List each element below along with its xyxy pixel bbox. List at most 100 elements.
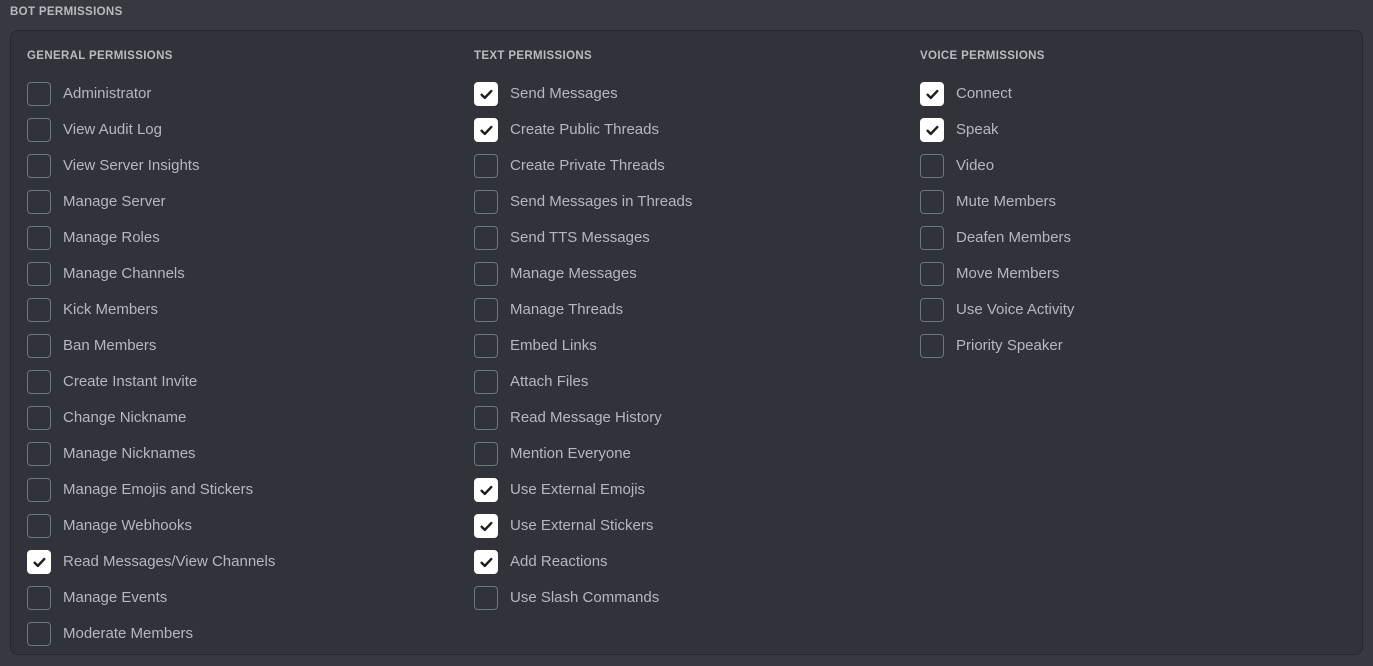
- checkbox-unchecked-icon[interactable]: [920, 226, 944, 250]
- permission-row[interactable]: Moderate Members: [27, 616, 457, 652]
- checkbox-unchecked-icon[interactable]: [474, 406, 498, 430]
- permission-row[interactable]: Send Messages in Threads: [474, 184, 904, 220]
- permission-row[interactable]: Add Reactions: [474, 544, 904, 580]
- checkbox-unchecked-icon[interactable]: [474, 442, 498, 466]
- permission-row[interactable]: Manage Events: [27, 580, 457, 616]
- checkbox-checked-icon[interactable]: [474, 118, 498, 142]
- permission-row[interactable]: Manage Nicknames: [27, 436, 457, 472]
- permission-row[interactable]: Read Messages/View Channels: [27, 544, 457, 580]
- permission-label: Priority Speaker: [956, 337, 1063, 354]
- column-title: GENERAL PERMISSIONS: [27, 50, 173, 62]
- permission-row[interactable]: Administrator: [27, 76, 457, 112]
- permission-label: Mute Members: [956, 193, 1057, 210]
- permission-row[interactable]: Create Private Threads: [474, 148, 904, 184]
- checkbox-unchecked-icon[interactable]: [27, 370, 51, 394]
- permission-label: Use Voice Activity: [956, 301, 1075, 318]
- checkbox-checked-icon[interactable]: [474, 478, 498, 502]
- checkbox-checked-icon[interactable]: [920, 118, 944, 142]
- checkbox-checked-icon[interactable]: [474, 550, 498, 574]
- permission-row[interactable]: Mute Members: [920, 184, 1350, 220]
- permission-label: Use External Stickers: [510, 517, 654, 534]
- permission-row[interactable]: Attach Files: [474, 364, 904, 400]
- permission-label: Manage Channels: [63, 265, 185, 282]
- permission-label: Mention Everyone: [510, 445, 631, 462]
- checkbox-unchecked-icon[interactable]: [474, 190, 498, 214]
- permission-row[interactable]: View Server Insights: [27, 148, 457, 184]
- permission-label: Deafen Members: [956, 229, 1072, 246]
- permission-label: Change Nickname: [63, 409, 187, 426]
- permission-row[interactable]: Manage Emojis and Stickers: [27, 472, 457, 508]
- permission-row[interactable]: Mention Everyone: [474, 436, 904, 472]
- checkbox-unchecked-icon[interactable]: [474, 334, 498, 358]
- permission-row[interactable]: Manage Channels: [27, 256, 457, 292]
- permission-row[interactable]: Video: [920, 148, 1350, 184]
- checkbox-checked-icon[interactable]: [474, 514, 498, 538]
- permission-row[interactable]: Create Instant Invite: [27, 364, 457, 400]
- permission-label: Manage Messages: [510, 265, 637, 282]
- checkbox-unchecked-icon[interactable]: [474, 262, 498, 286]
- checkbox-unchecked-icon[interactable]: [27, 226, 51, 250]
- checkbox-unchecked-icon[interactable]: [474, 226, 498, 250]
- permission-row[interactable]: Manage Server: [27, 184, 457, 220]
- permission-label: Create Instant Invite: [63, 373, 198, 390]
- permission-row[interactable]: Embed Links: [474, 328, 904, 364]
- checkbox-unchecked-icon[interactable]: [27, 586, 51, 610]
- checkbox-unchecked-icon[interactable]: [474, 586, 498, 610]
- permission-row[interactable]: View Audit Log: [27, 112, 457, 148]
- permission-label: Ban Members: [63, 337, 157, 354]
- permission-row[interactable]: Use External Stickers: [474, 508, 904, 544]
- checkbox-unchecked-icon[interactable]: [27, 622, 51, 646]
- checkbox-unchecked-icon[interactable]: [27, 154, 51, 178]
- checkbox-unchecked-icon[interactable]: [474, 154, 498, 178]
- permission-row[interactable]: Connect: [920, 76, 1350, 112]
- checkbox-unchecked-icon[interactable]: [27, 298, 51, 322]
- permission-row[interactable]: Manage Messages: [474, 256, 904, 292]
- checkbox-checked-icon[interactable]: [920, 82, 944, 106]
- checkbox-unchecked-icon[interactable]: [920, 298, 944, 322]
- checkbox-unchecked-icon[interactable]: [920, 190, 944, 214]
- checkbox-unchecked-icon[interactable]: [27, 334, 51, 358]
- permission-label: Read Message History: [510, 409, 662, 426]
- checkbox-unchecked-icon[interactable]: [920, 262, 944, 286]
- permission-row[interactable]: Speak: [920, 112, 1350, 148]
- checkbox-unchecked-icon[interactable]: [27, 406, 51, 430]
- permissions-panel: GENERAL PERMISSIONS Administrator View Aud…: [10, 30, 1363, 655]
- permission-row[interactable]: Use Slash Commands: [474, 580, 904, 616]
- permission-row[interactable]: Send TTS Messages: [474, 220, 904, 256]
- checkbox-checked-icon[interactable]: [474, 82, 498, 106]
- permission-row[interactable]: Change Nickname: [27, 400, 457, 436]
- permission-row[interactable]: Deafen Members: [920, 220, 1350, 256]
- permission-label: Moderate Members: [63, 625, 194, 642]
- checkbox-unchecked-icon[interactable]: [27, 190, 51, 214]
- permission-row[interactable]: Use External Emojis: [474, 472, 904, 508]
- checkbox-unchecked-icon[interactable]: [27, 442, 51, 466]
- checkbox-unchecked-icon[interactable]: [474, 298, 498, 322]
- permission-row[interactable]: Kick Members: [27, 292, 457, 328]
- permission-row[interactable]: Read Message History: [474, 400, 904, 436]
- checkbox-checked-icon[interactable]: [27, 550, 51, 574]
- permission-row[interactable]: Ban Members: [27, 328, 457, 364]
- permission-label: Embed Links: [510, 337, 597, 354]
- permission-label: Manage Emojis and Stickers: [63, 481, 254, 498]
- permission-row[interactable]: Use Voice Activity: [920, 292, 1350, 328]
- permission-row[interactable]: Priority Speaker: [920, 328, 1350, 364]
- permission-row[interactable]: Manage Threads: [474, 292, 904, 328]
- permission-label: Administrator: [63, 85, 152, 102]
- permission-label: Create Public Threads: [510, 121, 659, 138]
- checkbox-unchecked-icon[interactable]: [27, 514, 51, 538]
- permission-label: Manage Threads: [510, 301, 624, 318]
- permission-row[interactable]: Manage Roles: [27, 220, 457, 256]
- checkbox-unchecked-icon[interactable]: [27, 118, 51, 142]
- permission-row[interactable]: Move Members: [920, 256, 1350, 292]
- permission-label: Create Private Threads: [510, 157, 665, 174]
- checkbox-unchecked-icon[interactable]: [474, 370, 498, 394]
- checkbox-unchecked-icon[interactable]: [920, 154, 944, 178]
- permission-row[interactable]: Send Messages: [474, 76, 904, 112]
- checkbox-unchecked-icon[interactable]: [27, 478, 51, 502]
- checkbox-unchecked-icon[interactable]: [920, 334, 944, 358]
- permission-row[interactable]: Manage Webhooks: [27, 508, 457, 544]
- checkbox-unchecked-icon[interactable]: [27, 262, 51, 286]
- permission-label: Read Messages/View Channels: [63, 553, 276, 570]
- checkbox-unchecked-icon[interactable]: [27, 82, 51, 106]
- permission-row[interactable]: Create Public Threads: [474, 112, 904, 148]
